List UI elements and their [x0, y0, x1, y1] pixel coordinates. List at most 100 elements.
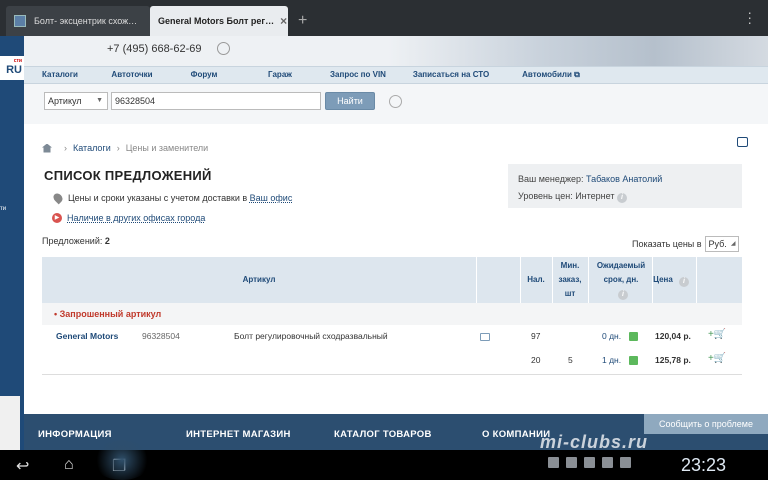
info-icon[interactable]: i — [679, 274, 689, 288]
manager-panel: Ваш менеджер: Табаков Анатолий Уровень ц… — [508, 164, 742, 208]
browser-tab-2[interactable]: General Motors Болт рег… × — [150, 6, 288, 36]
notification-icon[interactable] — [620, 457, 631, 468]
search-input[interactable]: 96328504 — [111, 92, 321, 110]
external-link-icon: ⧉ — [574, 70, 580, 79]
nav-service-booking[interactable]: Записаться на СТО — [396, 67, 506, 83]
sidebar-text: ти — [0, 206, 7, 212]
nav-catalogs[interactable]: Каталоги — [24, 67, 96, 83]
info-icon[interactable]: i — [618, 287, 628, 301]
close-tab-icon[interactable]: × — [280, 14, 287, 28]
header-expected[interactable]: Ожидаемый срок, дн. — [590, 259, 652, 287]
tab-label: General Motors Болт рег… — [158, 16, 275, 26]
notification-icon[interactable] — [566, 457, 577, 468]
notification-icon[interactable] — [584, 457, 595, 468]
offers-label: Предложений: — [42, 236, 103, 246]
nav-cars[interactable]: Автомобили ⧉ — [506, 67, 596, 83]
favicon-icon — [14, 15, 26, 27]
nav-cars-label: Автомобили — [522, 70, 572, 79]
play-icon: ▶ — [52, 213, 62, 223]
logo-small-text: сти — [13, 58, 22, 64]
breadcrumb-current: Цены и заменители — [125, 143, 209, 153]
manager-name-link[interactable]: Табаков Анатолий — [586, 174, 662, 184]
search-type-value: Артикул — [48, 96, 82, 106]
content-area: › Каталоги › Цены и заменители СПИСОК ПР… — [24, 124, 768, 414]
currency-value: Руб. — [708, 239, 727, 249]
header-article[interactable]: Артикул — [42, 273, 476, 287]
footer-catalog[interactable]: КАТАЛОГ ТОВАРОВ — [334, 429, 432, 440]
new-tab-button[interactable]: + — [298, 12, 307, 30]
table-row[interactable]: General Motors 96328504 Болт регулировоч… — [42, 325, 742, 349]
availability-note: ▶ Наличие в других офисах города — [52, 213, 205, 223]
price-value: 125,78 р. — [655, 355, 691, 365]
watermark-text: mi-clubs.ru — [540, 432, 649, 452]
breadcrumb-catalogs[interactable]: Каталоги — [73, 143, 111, 153]
page-title: СПИСОК ПРЕДЛОЖЕНИЙ — [44, 168, 212, 183]
article-number: 96328504 — [142, 331, 180, 341]
main-nav: Каталоги Автоточки Форум Гараж Запрос по… — [24, 66, 768, 84]
recent-apps-highlight — [92, 440, 152, 480]
sidebar-panel — [0, 396, 20, 456]
history-icon[interactable] — [389, 94, 402, 108]
header-banner-image — [388, 36, 768, 66]
truck-icon — [480, 331, 490, 341]
nav-vin-request[interactable]: Запрос по VIN — [320, 67, 396, 83]
browser-tab-bar: Болт- эксцентрик схож… General Motors Бо… — [0, 0, 768, 36]
home-icon[interactable] — [42, 143, 52, 153]
add-to-cart-icon[interactable]: +🛒 — [708, 353, 726, 364]
offers-count: Предложений: 2 — [42, 236, 110, 246]
status-badge — [629, 331, 638, 342]
footer-info[interactable]: ИНФОРМАЦИЯ — [38, 429, 112, 440]
site-logo[interactable]: сти RU — [0, 56, 24, 80]
search-bar: Артикул ▼ 96328504 Найти — [44, 92, 402, 110]
header-price[interactable]: Цена — [648, 273, 678, 287]
site-header: +7 (495) 668-62-69 — [24, 36, 768, 66]
table-row[interactable]: 20 5 1 дн. 125,78 р. +🛒 — [42, 349, 742, 373]
add-to-cart-icon[interactable]: +🛒 — [708, 329, 726, 340]
chevron-right-icon: › — [116, 143, 120, 153]
stock-value: 20 — [531, 355, 541, 365]
location-pin-icon — [51, 191, 65, 205]
info-icon[interactable]: i — [616, 193, 627, 203]
requested-article-row: • Запрошенный артикул — [42, 303, 742, 325]
stock-value: 97 — [531, 331, 541, 341]
footer-online-store[interactable]: ИНТЕРНЕТ МАГАЗИН — [186, 429, 291, 440]
nav-autopoints[interactable]: Автоточки — [96, 67, 168, 83]
clock-icon[interactable] — [217, 42, 230, 55]
header-stock[interactable]: Нал. — [520, 273, 552, 287]
browser-tab-1[interactable]: Болт- эксцентрик схож… — [6, 6, 150, 36]
chevron-right-icon: › — [64, 143, 67, 153]
header-min-order[interactable]: Мин. заказ, шт — [554, 259, 586, 301]
availability-link[interactable]: Наличие в других офисах города — [67, 213, 205, 223]
notification-icon[interactable] — [602, 457, 613, 468]
notification-icon[interactable] — [548, 457, 559, 468]
search-type-select[interactable]: Артикул ▼ — [44, 92, 108, 110]
price-level: Уровень цен: Интернет — [518, 191, 615, 201]
brand-link[interactable]: General Motors — [56, 331, 118, 341]
back-icon[interactable]: ↩ — [16, 456, 29, 476]
feedback-icon[interactable] — [737, 137, 748, 147]
report-problem-button[interactable]: Сообщить о проблеме — [644, 414, 768, 434]
part-description: Болт регулировочный сходразвальный — [234, 331, 388, 341]
system-clock: 23:23 — [680, 455, 726, 475]
divider — [588, 257, 589, 303]
offers-number: 2 — [104, 236, 110, 246]
manager-label: Ваш менеджер: — [518, 174, 584, 184]
nav-garage[interactable]: Гараж — [240, 67, 320, 83]
price-value: 120,04 р. — [655, 331, 691, 341]
currency-select[interactable]: Руб. ◢ — [704, 236, 739, 252]
requested-label: Запрошенный артикул — [59, 309, 162, 319]
currency-selector: Показать цены в Руб. ◢ — [632, 236, 739, 252]
delivery-days: 1 дн. — [602, 355, 622, 365]
status-badge — [629, 355, 638, 366]
browser-menu-icon[interactable]: · · · — [747, 5, 752, 29]
min-order-value: 5 — [568, 355, 573, 365]
divider — [552, 257, 553, 303]
search-button[interactable]: Найти — [325, 92, 375, 110]
notification-icons — [548, 457, 631, 468]
chevron-down-icon: ▼ — [96, 97, 103, 104]
phone-number[interactable]: +7 (495) 668-62-69 — [107, 43, 201, 55]
nav-forum[interactable]: Форум — [168, 67, 240, 83]
your-office-link[interactable]: Ваш офис — [250, 193, 293, 203]
home-icon[interactable]: ⌂ — [64, 456, 74, 474]
table-header: Артикул Нал. Мин. заказ, шт Ожидаемый ср… — [42, 257, 742, 303]
